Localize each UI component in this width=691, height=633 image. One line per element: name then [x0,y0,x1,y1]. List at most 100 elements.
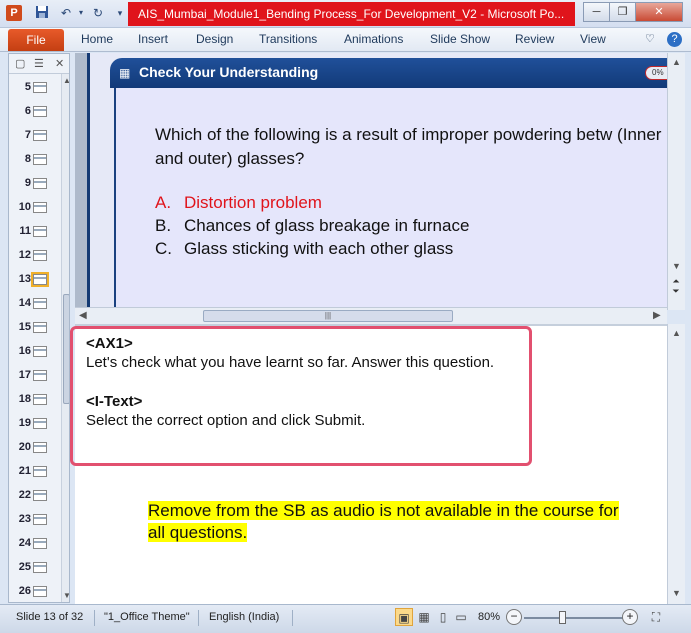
slide-thumbnail-18[interactable]: 18 [9,388,61,412]
slide-thumbnail-11[interactable]: 11 [9,220,61,244]
slide-thumbnail-image[interactable] [33,130,47,141]
slide-editing-pane[interactable]: ▦ Check Your Understanding 0% [75,53,667,310]
close-button[interactable]: ✕ [635,2,683,22]
slide-thumbnail-21[interactable]: 21 [9,460,61,484]
slide-thumbnail-image[interactable] [33,586,47,597]
tab-home[interactable]: Home [81,32,113,46]
powerpoint-app-icon[interactable]: P [6,5,22,21]
slide-thumbnail-15[interactable]: 15 [9,316,61,340]
close-pane-icon[interactable]: ✕ [55,57,64,70]
slide-thumbnail-26[interactable]: 26 [9,580,61,602]
slide-thumbnail-image[interactable] [33,370,47,381]
scroll-up-icon[interactable]: ▲ [672,328,681,338]
slide-thumbnail-9[interactable]: 9 [9,172,61,196]
undo-dropdown-icon[interactable]: ▾ [73,5,89,21]
ribbon-collapse-icon[interactable]: ♡ [645,32,655,45]
zoom-slider[interactable] [524,611,624,624]
slide-sorter-view-icon[interactable]: ▦ [415,608,433,626]
zoom-level[interactable]: 80% [478,611,500,623]
slide-thumbnail-image[interactable] [33,106,47,117]
slide-thumbnail-25[interactable]: 25 [9,556,61,580]
slide-show-view-icon[interactable]: ▭ [452,608,470,626]
normal-view-icon[interactable]: ▣ [395,608,413,626]
slide-thumbnail-14[interactable]: 14 [9,292,61,316]
tab-slide-show[interactable]: Slide Show [430,32,490,46]
slide-thumbnail-5[interactable]: 5 [9,76,61,100]
slide-thumbnail-16[interactable]: 16 [9,340,61,364]
slide-thumbnail-image[interactable] [33,322,47,333]
tab-design[interactable]: Design [196,32,233,46]
tab-transitions[interactable]: Transitions [259,32,317,46]
slide-thumbnail-23[interactable]: 23 [9,508,61,532]
horizontal-scroll-thumb[interactable]: ||| [203,310,453,322]
minimize-button[interactable]: ─ [583,2,610,22]
slide-thumbnail-image[interactable] [31,272,49,287]
next-slide-icon[interactable]: ⏷ [667,286,685,296]
slide-thumbnail-image[interactable] [33,154,47,165]
slide-thumbnail-image[interactable] [33,514,47,525]
zoom-out-icon[interactable]: − [506,609,522,625]
scroll-up-icon[interactable]: ▲ [63,76,69,85]
restore-button[interactable]: ❐ [609,2,636,22]
slide-thumbnail-image[interactable] [33,178,47,189]
slide-thumbnail-6[interactable]: 6 [9,100,61,124]
help-icon[interactable]: ? [667,32,682,47]
zoom-in-icon[interactable]: + [622,609,638,625]
slide-horizontal-scrollbar[interactable]: ◀ ||| ▶ [75,307,667,324]
slide-thumbnail-image[interactable] [33,394,47,405]
reading-view-icon[interactable]: ▯ [434,608,452,626]
slide-thumbnail-8[interactable]: 8 [9,148,61,172]
language-indicator[interactable]: English (India) [209,611,279,623]
scroll-up-icon[interactable]: ▲ [672,57,681,67]
slide-thumbnail-19[interactable]: 19 [9,412,61,436]
save-icon[interactable] [34,5,50,21]
slide-thumbnail-17[interactable]: 17 [9,364,61,388]
redo-icon[interactable]: ↻ [90,5,106,21]
option-b: B. Chances of glass breakage in furnace [155,216,469,236]
scroll-down-icon[interactable]: ▼ [672,261,681,271]
zoom-slider-thumb[interactable] [559,611,566,624]
slide-thumbnail-20[interactable]: 20 [9,436,61,460]
fit-to-window-icon[interactable]: ⛶ [647,608,665,626]
thumbnails-scrollbar[interactable]: ▲ ▼ [61,74,69,602]
tab-view[interactable]: View [580,32,606,46]
scroll-down-icon[interactable]: ▼ [672,588,681,598]
scroll-left-icon[interactable]: ◀ [79,310,87,321]
undo-icon[interactable]: ↶ [58,5,74,21]
slide-vertical-scrollbar[interactable]: ▲ ▼ [667,53,685,310]
slide-thumbnail-image[interactable] [33,538,47,549]
file-tab[interactable]: File [8,29,64,51]
slide-thumbnail-12[interactable]: 12 [9,244,61,268]
slide-number: 16 [18,345,31,357]
slide-thumbnail-22[interactable]: 22 [9,484,61,508]
scroll-down-icon[interactable]: ▼ [63,591,69,600]
slide-thumbnail-image[interactable] [33,562,47,573]
scroll-right-icon[interactable]: ▶ [653,310,661,321]
slide-number: 12 [18,249,31,261]
slide-thumbnail-24[interactable]: 24 [9,532,61,556]
slide-thumbnail-image[interactable] [33,298,47,309]
slide-thumbnail-13[interactable]: 13 [9,268,61,292]
customize-qat-icon[interactable]: ▾ [112,5,128,21]
theme-name[interactable]: "1_Office Theme" [104,611,190,623]
slide-thumbnail-image[interactable] [33,202,47,213]
slide-thumbnail-image[interactable] [33,490,47,501]
tab-animations[interactable]: Animations [344,32,403,46]
outline-view-icon[interactable]: ☰ [34,57,44,70]
slide-thumbnail-image[interactable] [33,418,47,429]
slide-thumbnail-image[interactable] [33,250,47,261]
slides-view-icon[interactable]: ▢ [15,57,25,70]
slide-thumbnail-image[interactable] [33,226,47,237]
slide-thumbnail-image[interactable] [33,442,47,453]
scroll-thumb[interactable] [63,294,69,404]
slide-thumbnail-image[interactable] [33,346,47,357]
tab-insert[interactable]: Insert [138,32,168,46]
notes-scrollbar[interactable]: ▲ ▼ [667,324,685,604]
slide-thumbnail-image[interactable] [33,82,47,93]
slide-canvas[interactable]: ▦ Check Your Understanding 0% [87,53,667,310]
slide-thumbnail-7[interactable]: 7 [9,124,61,148]
slide-thumbnail-image[interactable] [33,466,47,477]
slide-thumbnail-10[interactable]: 10 [9,196,61,220]
tab-review[interactable]: Review [515,32,554,46]
previous-slide-icon[interactable]: ⏶ [667,276,685,286]
